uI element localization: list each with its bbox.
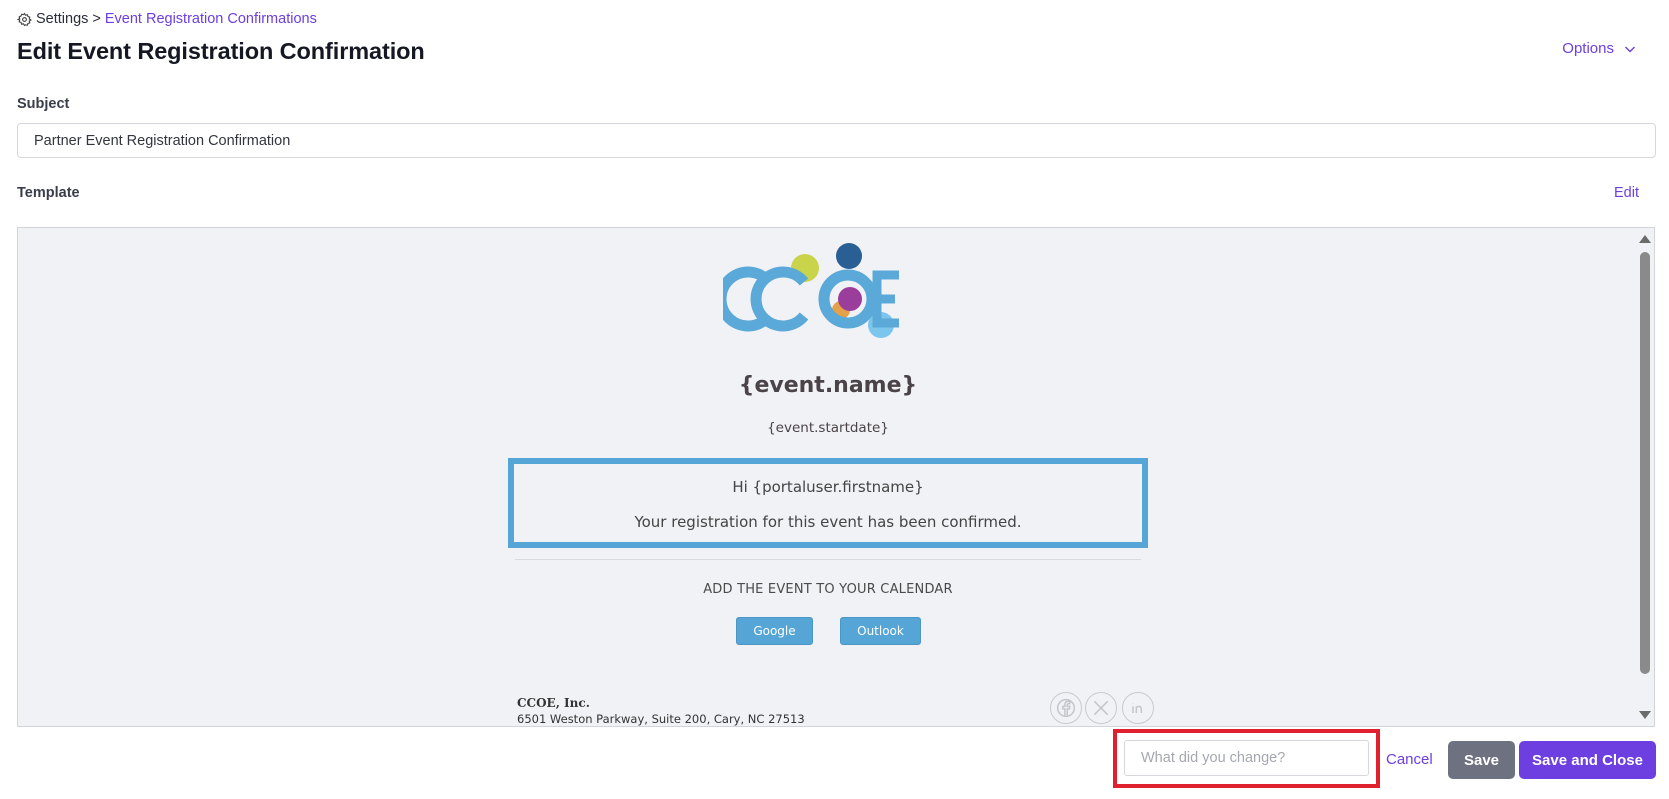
greeting-text: Hi {portaluser.firstname} bbox=[732, 478, 924, 496]
company-address: 6501 Weston Parkway, Suite 200, Cary, NC… bbox=[517, 712, 805, 726]
breadcrumb-settings[interactable]: Settings bbox=[36, 11, 88, 27]
confirmation-box: Hi {portaluser.firstname} Your registrat… bbox=[508, 458, 1148, 548]
linkedin-icon[interactable] bbox=[1122, 692, 1154, 724]
chevron-down-icon bbox=[1625, 46, 1635, 52]
event-name-placeholder: {event.name} bbox=[738, 373, 918, 398]
template-preview: {event.name} {event.startdate} Hi {porta… bbox=[17, 227, 1655, 727]
template-label: Template bbox=[17, 185, 80, 201]
cancel-button[interactable]: Cancel bbox=[1386, 751, 1433, 768]
google-calendar-button[interactable]: Google bbox=[736, 617, 813, 645]
breadcrumb-separator: > bbox=[92, 11, 101, 27]
subject-label: Subject bbox=[17, 96, 70, 112]
save-button[interactable]: Save bbox=[1448, 741, 1515, 779]
calendar-heading: ADD THE EVENT TO YOUR CALENDAR bbox=[703, 582, 953, 597]
breadcrumb-current[interactable]: Event Registration Confirmations bbox=[105, 11, 317, 27]
facebook-icon[interactable] bbox=[1050, 692, 1082, 724]
outlook-calendar-button[interactable]: Outlook bbox=[840, 617, 921, 645]
options-label: Options bbox=[1562, 40, 1614, 57]
scrollbar-thumb[interactable] bbox=[1640, 252, 1650, 674]
divider bbox=[515, 559, 1141, 560]
event-startdate-placeholder: {event.startdate} bbox=[767, 420, 889, 436]
gear-icon bbox=[17, 12, 32, 26]
page-title: Edit Event Registration Confirmation bbox=[17, 38, 425, 64]
x-icon[interactable] bbox=[1085, 692, 1117, 724]
change-note-input[interactable] bbox=[1124, 740, 1369, 776]
company-name: CCOE, Inc. bbox=[517, 696, 590, 710]
ccoe-logo bbox=[723, 243, 899, 338]
confirmation-message: Your registration for this event has bee… bbox=[634, 513, 1022, 531]
subject-input[interactable] bbox=[17, 123, 1656, 158]
template-edit-link[interactable]: Edit bbox=[1614, 185, 1639, 201]
breadcrumb: Settings > Event Registration Confirmati… bbox=[17, 11, 317, 27]
save-and-close-button[interactable]: Save and Close bbox=[1519, 741, 1656, 779]
preview-scrollbar[interactable] bbox=[1636, 228, 1654, 726]
scroll-down-icon[interactable] bbox=[1639, 711, 1651, 719]
scroll-up-icon[interactable] bbox=[1639, 235, 1651, 243]
options-button[interactable]: Options bbox=[1562, 40, 1636, 57]
